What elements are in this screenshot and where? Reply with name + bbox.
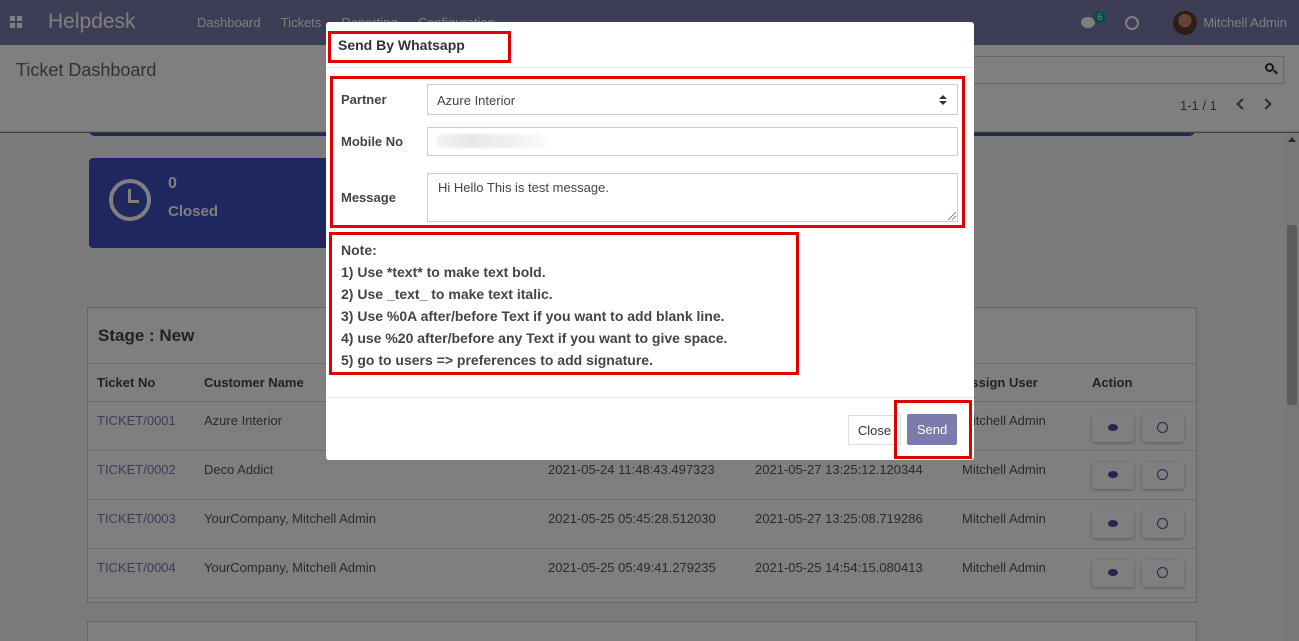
modal-footer-divider (326, 397, 974, 398)
send-whatsapp-dialog: Send By Whatsapp Partner Azure Interior … (326, 22, 974, 460)
send-highlight (894, 400, 972, 459)
title-highlight (328, 31, 511, 63)
note-highlight (329, 232, 799, 375)
form-highlight (330, 76, 965, 228)
